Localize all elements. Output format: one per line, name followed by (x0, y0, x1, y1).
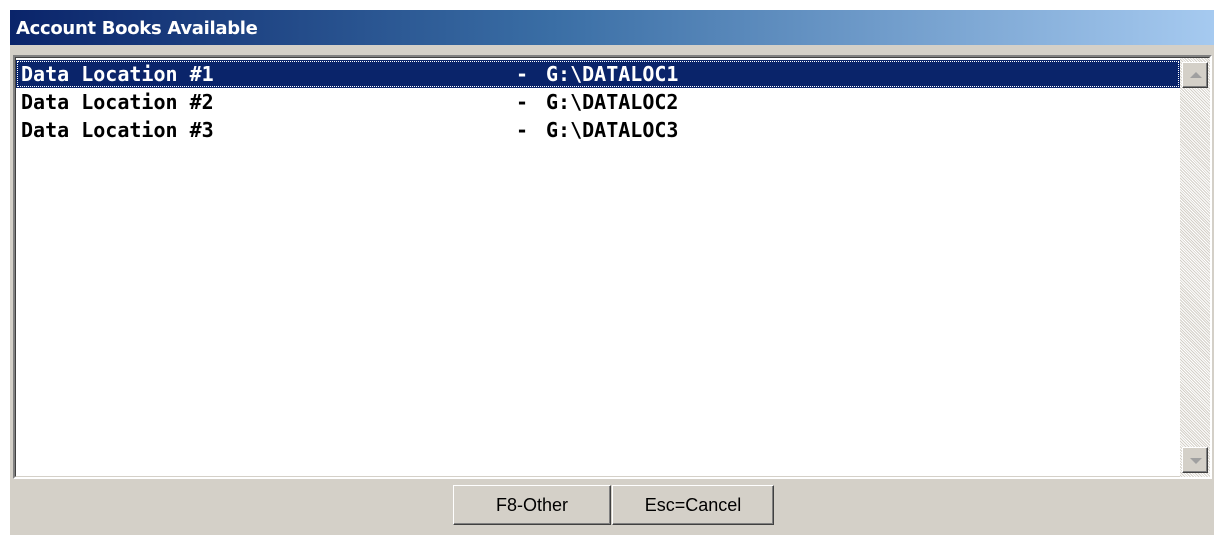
account-books-list[interactable]: Data Location #1 - G:\DATALOC1 Data Loca… (16, 58, 1180, 477)
list-item[interactable]: Data Location #3 - G:\DATALOC3 (16, 116, 1180, 144)
list-frame: Data Location #1 - G:\DATALOC1 Data Loca… (13, 55, 1212, 479)
list-item-separator: - (516, 118, 529, 142)
vertical-scrollbar[interactable] (1180, 58, 1210, 477)
list-item-name: Data Location #1 (21, 62, 214, 86)
list-item-name: Data Location #2 (21, 90, 214, 114)
scroll-up-button[interactable] (1182, 62, 1208, 88)
scroll-down-button[interactable] (1182, 447, 1208, 473)
list-item-path: G:\DATALOC3 (546, 118, 679, 142)
list-box: Data Location #1 - G:\DATALOC1 Data Loca… (15, 57, 1210, 477)
list-item-name: Data Location #3 (21, 118, 214, 142)
title-bar[interactable]: Account Books Available (10, 10, 1214, 46)
list-item[interactable]: Data Location #2 - G:\DATALOC2 (16, 88, 1180, 116)
triangle-down-icon (1190, 458, 1202, 464)
triangle-up-icon (1190, 72, 1202, 78)
list-item-path: G:\DATALOC2 (546, 90, 679, 114)
list-item[interactable]: Data Location #1 - G:\DATALOC1 (16, 60, 1180, 88)
list-item-separator: - (516, 62, 529, 86)
list-item-path: G:\DATALOC1 (546, 62, 679, 86)
cancel-button[interactable]: Esc=Cancel (612, 485, 774, 525)
list-item-separator: - (516, 90, 529, 114)
account-books-dialog: Account Books Available Data Location #1… (9, 9, 1214, 535)
other-button[interactable]: F8-Other (453, 485, 611, 525)
window-title: Account Books Available (16, 18, 258, 39)
